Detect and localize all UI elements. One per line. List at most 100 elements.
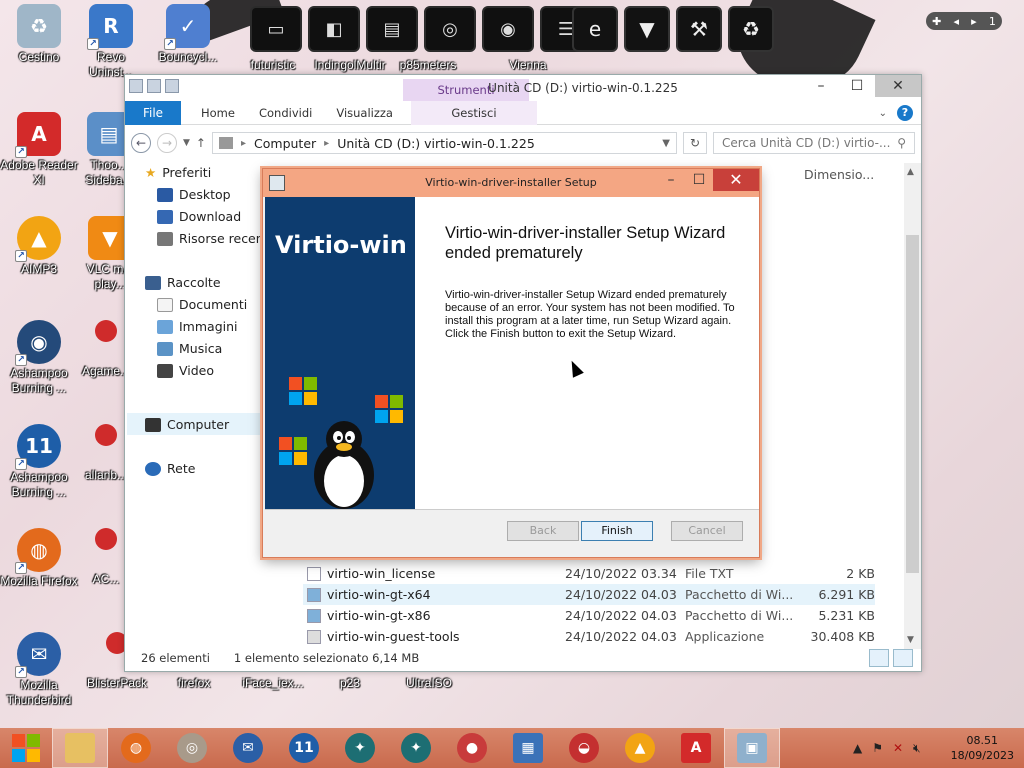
nav-risorse-recenti[interactable]: Risorse recenti xyxy=(157,231,272,246)
breadcrumb-drive[interactable]: Unità CD (D:) virtio-win-0.1.225 xyxy=(337,136,535,151)
dialog-minimize-button[interactable]: – xyxy=(657,169,685,191)
desktop-icon-recycle-bin[interactable]: ♻ Cestino xyxy=(0,4,78,65)
taskbar-firefox[interactable]: ◍ xyxy=(108,728,164,768)
desktop-icon-p23[interactable]: p23 xyxy=(312,676,388,691)
ie-icon[interactable]: e xyxy=(572,6,618,52)
dialog-close-button[interactable]: ✕ xyxy=(713,169,759,191)
nav-preferiti[interactable]: ★ Preferiti xyxy=(145,165,211,180)
cancel-button[interactable]: Cancel xyxy=(671,521,743,541)
vertical-scrollbar[interactable]: ▲ ▼ xyxy=(904,163,921,649)
up-icon[interactable]: ↑ xyxy=(196,136,206,150)
desktop-icon xyxy=(157,187,173,202)
ribbon-tabs: File Home Condividi Visualizza Gestisci … xyxy=(125,100,921,125)
forward-icon[interactable]: → xyxy=(157,133,177,153)
nav-documenti[interactable]: Documenti xyxy=(157,297,247,312)
recycle-icon[interactable]: ♻ xyxy=(728,6,774,52)
back-button[interactable]: Back xyxy=(507,521,579,541)
desktop-icon-firefox-2[interactable]: firefox xyxy=(158,676,230,691)
desktop-pager[interactable]: ✚ ◂ ▸ 1 xyxy=(926,12,1002,30)
start-button[interactable] xyxy=(0,728,52,768)
taskbar-app-3[interactable]: ● xyxy=(444,728,500,768)
maximize-button[interactable]: ☐ xyxy=(839,75,875,97)
desktop-icon-revo[interactable]: R ↗ Revo Uninst... xyxy=(76,4,146,80)
nav-download[interactable]: Download xyxy=(157,209,241,224)
add-icon[interactable]: ✚ xyxy=(932,15,941,28)
tab-file[interactable]: File xyxy=(125,100,181,125)
dock-camera-icon[interactable]: ◉ xyxy=(482,6,534,52)
minimize-button[interactable]: – xyxy=(803,75,839,97)
help-icon[interactable]: ? xyxy=(897,105,913,121)
setup-dialog: Virtio-win-driver-installer Setup – ☐ ✕ … xyxy=(262,168,760,558)
dock-futuristic-icon[interactable]: ▭ xyxy=(250,6,302,52)
desktop-icon-iface[interactable]: iFace_iex... xyxy=(230,676,316,691)
large-icons-view-icon[interactable] xyxy=(893,649,913,667)
nav-immagini[interactable]: Immagini xyxy=(157,319,238,334)
desktop-icon-ultraiso[interactable]: UltraISO xyxy=(390,676,468,691)
tab-condividi[interactable]: Condividi xyxy=(247,101,324,125)
taskbar-explorer[interactable] xyxy=(52,728,108,768)
tools-icon[interactable]: ⚒ xyxy=(676,6,722,52)
tab-home[interactable]: Home xyxy=(189,101,247,125)
nav-computer[interactable]: Computer xyxy=(145,417,229,432)
taskbar-ashampoo[interactable]: 11 xyxy=(276,728,332,768)
address-dropdown-icon[interactable]: ▼ xyxy=(662,138,670,149)
dock-folder-icon[interactable]: ▤ xyxy=(366,6,418,52)
address-field[interactable]: ▸ Computer ▸ Unità CD (D:) virtio-win-0.… xyxy=(211,132,677,154)
desktop-icon-agame[interactable]: Agame... xyxy=(82,320,130,379)
desktop-icon-bouncycl[interactable]: ✓ ↗ Bouncycl... xyxy=(150,4,226,65)
desktop-icon-adobe-reader[interactable]: A ↗ Adobe Reader XI xyxy=(0,112,78,188)
desktop-icon-firefox[interactable]: ◍ ↗ Mozilla Firefox xyxy=(0,528,78,589)
taskbar-app-4[interactable]: ▦ xyxy=(500,728,556,768)
taskbar-app-5[interactable]: ◒ xyxy=(556,728,612,768)
tab-gestisci[interactable]: Gestisci xyxy=(410,100,537,125)
prev-icon[interactable]: ◂ xyxy=(953,15,959,28)
taskbar-app-2[interactable]: ✦ xyxy=(388,728,444,768)
taskbar-disc[interactable]: ◎ xyxy=(164,728,220,768)
table-row[interactable]: virtio-win_license 24/10/2022 03.34 File… xyxy=(303,563,875,584)
tray-expand-icon[interactable]: ▲ xyxy=(853,741,862,755)
taskbar-installer[interactable]: ▣ xyxy=(724,728,780,768)
finish-button[interactable]: Finish xyxy=(581,521,653,541)
dock-multir-icon[interactable]: ◧ xyxy=(308,6,360,52)
nav-raccolte[interactable]: Raccolte xyxy=(145,275,221,290)
tshirt-icon[interactable]: ▼ xyxy=(624,6,670,52)
breadcrumb-computer[interactable]: Computer xyxy=(254,136,316,151)
redhat-icon: ◒ xyxy=(569,733,599,763)
table-row[interactable]: virtio-win-guest-tools 24/10/2022 04.03 … xyxy=(303,626,875,647)
desktop-icon-ashampoo-2[interactable]: 11 ↗ Ashampoo Burning ... xyxy=(0,424,78,500)
scroll-down-icon[interactable]: ▼ xyxy=(907,635,914,645)
dialog-maximize-button[interactable]: ☐ xyxy=(685,169,713,191)
details-view-icon[interactable] xyxy=(869,649,889,667)
search-input[interactable]: Cerca Unità CD (D:) virtio-... ⚲ xyxy=(713,132,915,154)
close-button[interactable]: ✕ xyxy=(875,75,921,97)
scrollbar-thumb[interactable] xyxy=(906,235,919,573)
taskbar-aimp[interactable]: ▲ xyxy=(612,728,668,768)
desktop-icon-ashampoo-1[interactable]: ◉ ↗ Ashampoo Burning ... xyxy=(0,320,78,396)
clock[interactable]: 08.51 18/09/2023 xyxy=(951,733,1014,763)
tab-visualizza[interactable]: Visualizza xyxy=(324,101,405,125)
network-status-icon[interactable]: ✕ xyxy=(893,741,903,755)
nav-desktop[interactable]: Desktop xyxy=(157,187,231,202)
desktop-icon-ac[interactable]: AC... xyxy=(82,528,130,587)
taskbar-adobe[interactable]: A xyxy=(668,728,724,768)
recent-locations-icon[interactable]: ▼ xyxy=(183,138,190,148)
dock-meters-icon[interactable]: ◎ xyxy=(424,6,476,52)
refresh-icon[interactable]: ↻ xyxy=(683,132,707,154)
table-row[interactable]: virtio-win-gt-x64 24/10/2022 04.03 Pacch… xyxy=(303,584,875,605)
desktop-icon-allanb[interactable]: allanb... xyxy=(82,424,130,483)
column-header-size[interactable]: Dimensio... xyxy=(804,167,874,182)
taskbar-thunderbird[interactable]: ✉ xyxy=(220,728,276,768)
volume-icon[interactable]: 🔇︎ xyxy=(913,741,921,756)
scroll-up-icon[interactable]: ▲ xyxy=(907,167,914,177)
back-icon[interactable]: ← xyxy=(131,133,151,153)
expand-ribbon-icon[interactable]: ⌄ xyxy=(879,108,887,119)
next-icon[interactable]: ▸ xyxy=(971,15,977,28)
nav-rete[interactable]: Rete xyxy=(145,461,195,476)
taskbar-app-1[interactable]: ✦ xyxy=(332,728,388,768)
nav-video[interactable]: Video xyxy=(157,363,214,378)
nav-musica[interactable]: Musica xyxy=(157,341,222,356)
desktop-icon-aimp3[interactable]: ▲ ↗ AIMP3 xyxy=(0,216,78,277)
flag-icon[interactable]: ⚑ xyxy=(872,741,883,755)
table-row[interactable]: virtio-win-gt-x86 24/10/2022 04.03 Pacch… xyxy=(303,605,875,626)
desktop-icon-thunderbird[interactable]: ✉ ↗ Mozilla Thunderbird xyxy=(0,632,78,708)
